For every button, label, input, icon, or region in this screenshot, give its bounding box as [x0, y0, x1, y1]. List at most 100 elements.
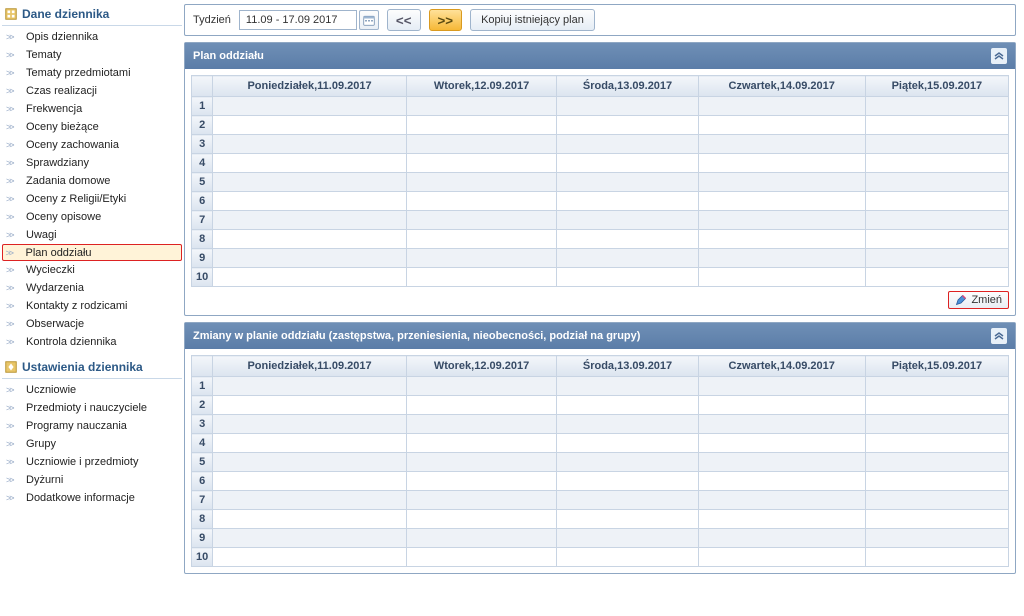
- schedule-cell[interactable]: [557, 415, 698, 434]
- schedule-cell[interactable]: [213, 491, 407, 510]
- schedule-cell[interactable]: [865, 97, 1008, 116]
- schedule-cell[interactable]: [213, 453, 407, 472]
- schedule-cell[interactable]: [865, 211, 1008, 230]
- collapse-button[interactable]: [991, 48, 1007, 64]
- schedule-cell[interactable]: [406, 230, 557, 249]
- schedule-cell[interactable]: [213, 135, 407, 154]
- schedule-cell[interactable]: [698, 472, 865, 491]
- sidebar-item[interactable]: >>Kontakty z rodzicami: [2, 297, 182, 315]
- sidebar-item[interactable]: >>Tematy przedmiotami: [2, 64, 182, 82]
- schedule-cell[interactable]: [213, 415, 407, 434]
- schedule-cell[interactable]: [557, 97, 698, 116]
- schedule-cell[interactable]: [213, 154, 407, 173]
- schedule-cell[interactable]: [698, 377, 865, 396]
- schedule-cell[interactable]: [865, 472, 1008, 491]
- week-input[interactable]: [239, 10, 357, 30]
- schedule-cell[interactable]: [213, 377, 407, 396]
- schedule-cell[interactable]: [865, 510, 1008, 529]
- schedule-cell[interactable]: [406, 472, 557, 491]
- schedule-cell[interactable]: [406, 135, 557, 154]
- schedule-cell[interactable]: [698, 434, 865, 453]
- schedule-cell[interactable]: [557, 154, 698, 173]
- sidebar-item[interactable]: >>Uczniowie i przedmioty: [2, 453, 182, 471]
- schedule-cell[interactable]: [557, 510, 698, 529]
- schedule-cell[interactable]: [557, 116, 698, 135]
- schedule-cell[interactable]: [865, 173, 1008, 192]
- schedule-cell[interactable]: [865, 192, 1008, 211]
- schedule-cell[interactable]: [698, 154, 865, 173]
- zmien-button[interactable]: Zmień: [948, 291, 1009, 309]
- schedule-cell[interactable]: [406, 192, 557, 211]
- schedule-cell[interactable]: [698, 173, 865, 192]
- schedule-cell[interactable]: [557, 434, 698, 453]
- schedule-cell[interactable]: [865, 491, 1008, 510]
- schedule-cell[interactable]: [213, 97, 407, 116]
- sidebar-item[interactable]: >>Wycieczki: [2, 261, 182, 279]
- calendar-button[interactable]: [359, 10, 379, 30]
- schedule-cell[interactable]: [698, 97, 865, 116]
- sidebar-item[interactable]: >>Obserwacje: [2, 315, 182, 333]
- sidebar-item[interactable]: >>Tematy: [2, 46, 182, 64]
- schedule-cell[interactable]: [213, 510, 407, 529]
- sidebar-item[interactable]: >>Sprawdziany: [2, 154, 182, 172]
- schedule-cell[interactable]: [557, 529, 698, 548]
- sidebar-item[interactable]: >>Czas realizacji: [2, 82, 182, 100]
- schedule-cell[interactable]: [406, 548, 557, 567]
- copy-plan-button[interactable]: Kopiuj istniejący plan: [470, 9, 595, 31]
- schedule-cell[interactable]: [865, 268, 1008, 287]
- schedule-cell[interactable]: [557, 377, 698, 396]
- schedule-cell[interactable]: [698, 192, 865, 211]
- sidebar-item[interactable]: >>Opis dziennika: [2, 28, 182, 46]
- schedule-cell[interactable]: [557, 211, 698, 230]
- schedule-cell[interactable]: [406, 453, 557, 472]
- schedule-cell[interactable]: [406, 268, 557, 287]
- sidebar-item[interactable]: >>Zadania domowe: [2, 172, 182, 190]
- schedule-cell[interactable]: [557, 173, 698, 192]
- next-week-button[interactable]: >>: [429, 9, 463, 31]
- sidebar-item[interactable]: >>Dyżurni: [2, 471, 182, 489]
- sidebar-item[interactable]: >>Kontrola dziennika: [2, 333, 182, 351]
- sidebar-item[interactable]: >>Oceny bieżące: [2, 118, 182, 136]
- schedule-cell[interactable]: [406, 434, 557, 453]
- schedule-cell[interactable]: [557, 268, 698, 287]
- schedule-cell[interactable]: [406, 529, 557, 548]
- schedule-cell[interactable]: [865, 548, 1008, 567]
- schedule-cell[interactable]: [213, 249, 407, 268]
- schedule-cell[interactable]: [213, 211, 407, 230]
- schedule-cell[interactable]: [698, 116, 865, 135]
- schedule-cell[interactable]: [865, 377, 1008, 396]
- schedule-cell[interactable]: [698, 453, 865, 472]
- schedule-cell[interactable]: [213, 396, 407, 415]
- sidebar-item[interactable]: >>Wydarzenia: [2, 279, 182, 297]
- schedule-cell[interactable]: [557, 472, 698, 491]
- schedule-cell[interactable]: [213, 529, 407, 548]
- schedule-cell[interactable]: [865, 249, 1008, 268]
- sidebar-item[interactable]: >>Plan oddziału: [2, 244, 182, 261]
- schedule-cell[interactable]: [213, 230, 407, 249]
- schedule-cell[interactable]: [557, 249, 698, 268]
- schedule-cell[interactable]: [406, 116, 557, 135]
- schedule-cell[interactable]: [698, 135, 865, 154]
- schedule-cell[interactable]: [865, 453, 1008, 472]
- schedule-cell[interactable]: [406, 97, 557, 116]
- schedule-cell[interactable]: [698, 230, 865, 249]
- schedule-cell[interactable]: [865, 434, 1008, 453]
- schedule-cell[interactable]: [698, 491, 865, 510]
- schedule-cell[interactable]: [865, 415, 1008, 434]
- schedule-cell[interactable]: [557, 491, 698, 510]
- sidebar-item[interactable]: >>Oceny z Religii/Etyki: [2, 190, 182, 208]
- schedule-cell[interactable]: [406, 173, 557, 192]
- schedule-cell[interactable]: [865, 154, 1008, 173]
- schedule-cell[interactable]: [213, 434, 407, 453]
- schedule-cell[interactable]: [865, 135, 1008, 154]
- prev-week-button[interactable]: <<: [387, 9, 421, 31]
- schedule-cell[interactable]: [213, 472, 407, 491]
- schedule-cell[interactable]: [865, 116, 1008, 135]
- schedule-cell[interactable]: [557, 230, 698, 249]
- schedule-cell[interactable]: [213, 268, 407, 287]
- sidebar-item[interactable]: >>Programy nauczania: [2, 417, 182, 435]
- schedule-cell[interactable]: [698, 510, 865, 529]
- sidebar-item[interactable]: >>Oceny opisowe: [2, 208, 182, 226]
- schedule-cell[interactable]: [213, 192, 407, 211]
- schedule-cell[interactable]: [865, 230, 1008, 249]
